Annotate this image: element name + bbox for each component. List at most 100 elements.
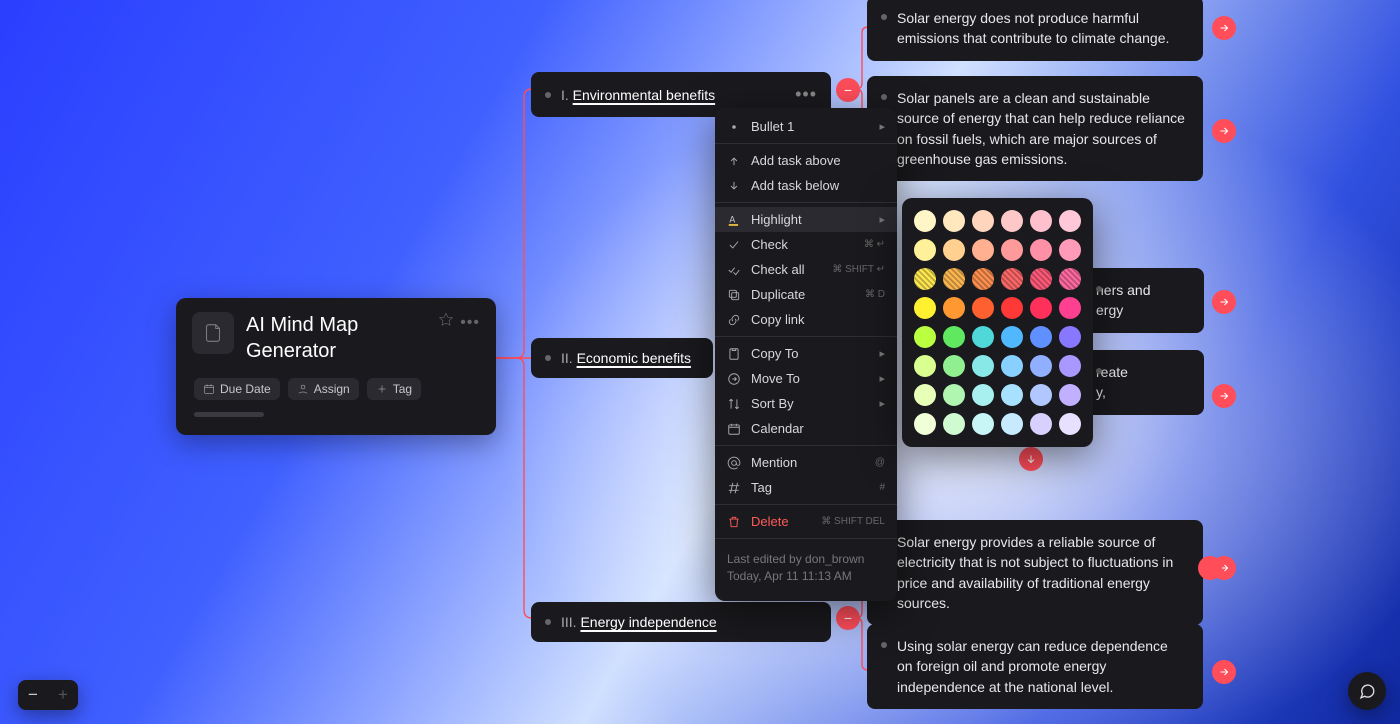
color-swatch[interactable] bbox=[972, 384, 994, 406]
color-swatch[interactable] bbox=[914, 297, 936, 319]
leaf-node-partial[interactable]: reate y, bbox=[1082, 350, 1204, 415]
color-swatch[interactable] bbox=[1001, 413, 1023, 435]
color-swatch[interactable] bbox=[1059, 297, 1081, 319]
more-icon[interactable]: ••• bbox=[795, 84, 817, 105]
color-swatch[interactable] bbox=[972, 413, 994, 435]
color-swatch[interactable] bbox=[1059, 355, 1081, 377]
color-swatch[interactable] bbox=[1001, 297, 1023, 319]
bullet-icon bbox=[545, 92, 551, 98]
color-swatch[interactable] bbox=[1030, 355, 1052, 377]
menu-highlight[interactable]: A Highlight ▸ bbox=[715, 207, 897, 232]
expand-down-button[interactable] bbox=[1019, 447, 1043, 471]
color-swatch[interactable] bbox=[943, 210, 965, 232]
color-swatch[interactable] bbox=[1030, 326, 1052, 348]
color-swatch[interactable] bbox=[1059, 326, 1081, 348]
assign-chip[interactable]: Assign bbox=[288, 378, 359, 400]
color-swatch[interactable] bbox=[943, 268, 965, 290]
color-swatch[interactable] bbox=[943, 239, 965, 261]
color-swatch[interactable] bbox=[1001, 210, 1023, 232]
color-swatch[interactable] bbox=[1030, 297, 1052, 319]
collapse-button[interactable]: − bbox=[836, 606, 860, 630]
chevron-right-icon: ▸ bbox=[879, 347, 885, 360]
leaf-node[interactable]: Solar energy does not produce harmful em… bbox=[867, 0, 1203, 61]
color-swatch[interactable] bbox=[1059, 268, 1081, 290]
expand-arrow-button[interactable] bbox=[1212, 660, 1236, 684]
color-swatch[interactable] bbox=[943, 326, 965, 348]
color-swatch[interactable] bbox=[1030, 268, 1052, 290]
expand-arrow-button[interactable] bbox=[1212, 119, 1236, 143]
menu-separator bbox=[715, 202, 897, 203]
menu-bullet[interactable]: Bullet 1 ▸ bbox=[715, 114, 897, 139]
color-swatch[interactable] bbox=[1001, 326, 1023, 348]
expand-arrow-button[interactable] bbox=[1198, 556, 1222, 580]
color-swatch[interactable] bbox=[972, 326, 994, 348]
color-swatch[interactable] bbox=[972, 239, 994, 261]
color-swatch[interactable] bbox=[972, 268, 994, 290]
color-swatch[interactable] bbox=[914, 326, 936, 348]
branch-energy-independence[interactable]: III. Energy independence bbox=[531, 602, 831, 642]
color-swatch[interactable] bbox=[943, 413, 965, 435]
color-swatch[interactable] bbox=[914, 268, 936, 290]
tag-label: Tag bbox=[393, 382, 412, 396]
color-swatch[interactable] bbox=[943, 297, 965, 319]
color-swatch[interactable] bbox=[1030, 239, 1052, 261]
root-node[interactable]: AI Mind Map Generator ••• Due Date Assig… bbox=[176, 298, 496, 435]
menu-check[interactable]: Check ⌘ ↵ bbox=[715, 232, 897, 257]
menu-delete[interactable]: Delete ⌘ SHIFT DEL bbox=[715, 509, 897, 534]
expand-arrow-button[interactable] bbox=[1212, 384, 1236, 408]
tag-chip[interactable]: Tag bbox=[367, 378, 421, 400]
menu-copy-link[interactable]: Copy link bbox=[715, 307, 897, 332]
expand-arrow-button[interactable] bbox=[1212, 290, 1236, 314]
color-swatch[interactable] bbox=[1001, 268, 1023, 290]
menu-sort-by[interactable]: Sort By ▸ bbox=[715, 391, 897, 416]
color-swatch[interactable] bbox=[1030, 413, 1052, 435]
expand-arrow-button[interactable] bbox=[1212, 16, 1236, 40]
color-swatch[interactable] bbox=[1001, 384, 1023, 406]
star-icon[interactable] bbox=[438, 312, 454, 333]
menu-duplicate[interactable]: Duplicate ⌘ D bbox=[715, 282, 897, 307]
leaf-node[interactable]: Using solar energy can reduce dependence… bbox=[867, 624, 1203, 709]
color-swatch[interactable] bbox=[914, 355, 936, 377]
color-swatch[interactable] bbox=[1059, 239, 1081, 261]
color-swatch[interactable] bbox=[1059, 210, 1081, 232]
zoom-out-button[interactable]: − bbox=[18, 680, 48, 710]
due-date-label: Due Date bbox=[220, 382, 271, 396]
color-swatch[interactable] bbox=[1001, 239, 1023, 261]
color-swatch[interactable] bbox=[943, 355, 965, 377]
more-icon[interactable]: ••• bbox=[460, 314, 480, 332]
chat-button[interactable] bbox=[1348, 672, 1386, 710]
leaf-node[interactable]: Solar energy provides a reliable source … bbox=[867, 520, 1203, 625]
color-swatch[interactable] bbox=[914, 239, 936, 261]
color-swatch[interactable] bbox=[1059, 413, 1081, 435]
branch-economic[interactable]: II. Economic benefits bbox=[531, 338, 713, 378]
color-swatch[interactable] bbox=[914, 384, 936, 406]
menu-copy-to[interactable]: Copy To ▸ bbox=[715, 341, 897, 366]
leaf-node-partial[interactable]: ners and ergy bbox=[1082, 268, 1204, 333]
color-swatch[interactable] bbox=[972, 210, 994, 232]
color-swatch[interactable] bbox=[972, 297, 994, 319]
collapse-button[interactable]: − bbox=[836, 78, 860, 102]
due-date-chip[interactable]: Due Date bbox=[194, 378, 280, 400]
menu-mention[interactable]: Mention @ bbox=[715, 450, 897, 475]
color-swatch[interactable] bbox=[914, 210, 936, 232]
leaf-node[interactable]: Solar panels are a clean and sustainable… bbox=[867, 76, 1203, 181]
color-swatch[interactable] bbox=[914, 413, 936, 435]
menu-add-task-below[interactable]: Add task below bbox=[715, 173, 897, 198]
color-swatch[interactable] bbox=[1001, 355, 1023, 377]
color-swatch[interactable] bbox=[943, 384, 965, 406]
color-swatch[interactable] bbox=[972, 355, 994, 377]
color-swatch[interactable] bbox=[1030, 210, 1052, 232]
menu-add-task-above[interactable]: Add task above bbox=[715, 148, 897, 173]
menu-calendar[interactable]: Calendar bbox=[715, 416, 897, 441]
menu-move-to[interactable]: Move To ▸ bbox=[715, 366, 897, 391]
menu-tag[interactable]: Tag # bbox=[715, 475, 897, 500]
assign-label: Assign bbox=[314, 382, 350, 396]
chevron-right-icon: ▸ bbox=[879, 397, 885, 410]
menu-check-all[interactable]: Check all ⌘ SHIFT ↵ bbox=[715, 257, 897, 282]
progress-bar bbox=[194, 412, 264, 417]
zoom-in-button[interactable]: + bbox=[48, 680, 78, 710]
color-swatch[interactable] bbox=[1030, 384, 1052, 406]
color-swatch[interactable] bbox=[1059, 384, 1081, 406]
document-icon bbox=[192, 312, 234, 354]
menu-separator bbox=[715, 504, 897, 505]
